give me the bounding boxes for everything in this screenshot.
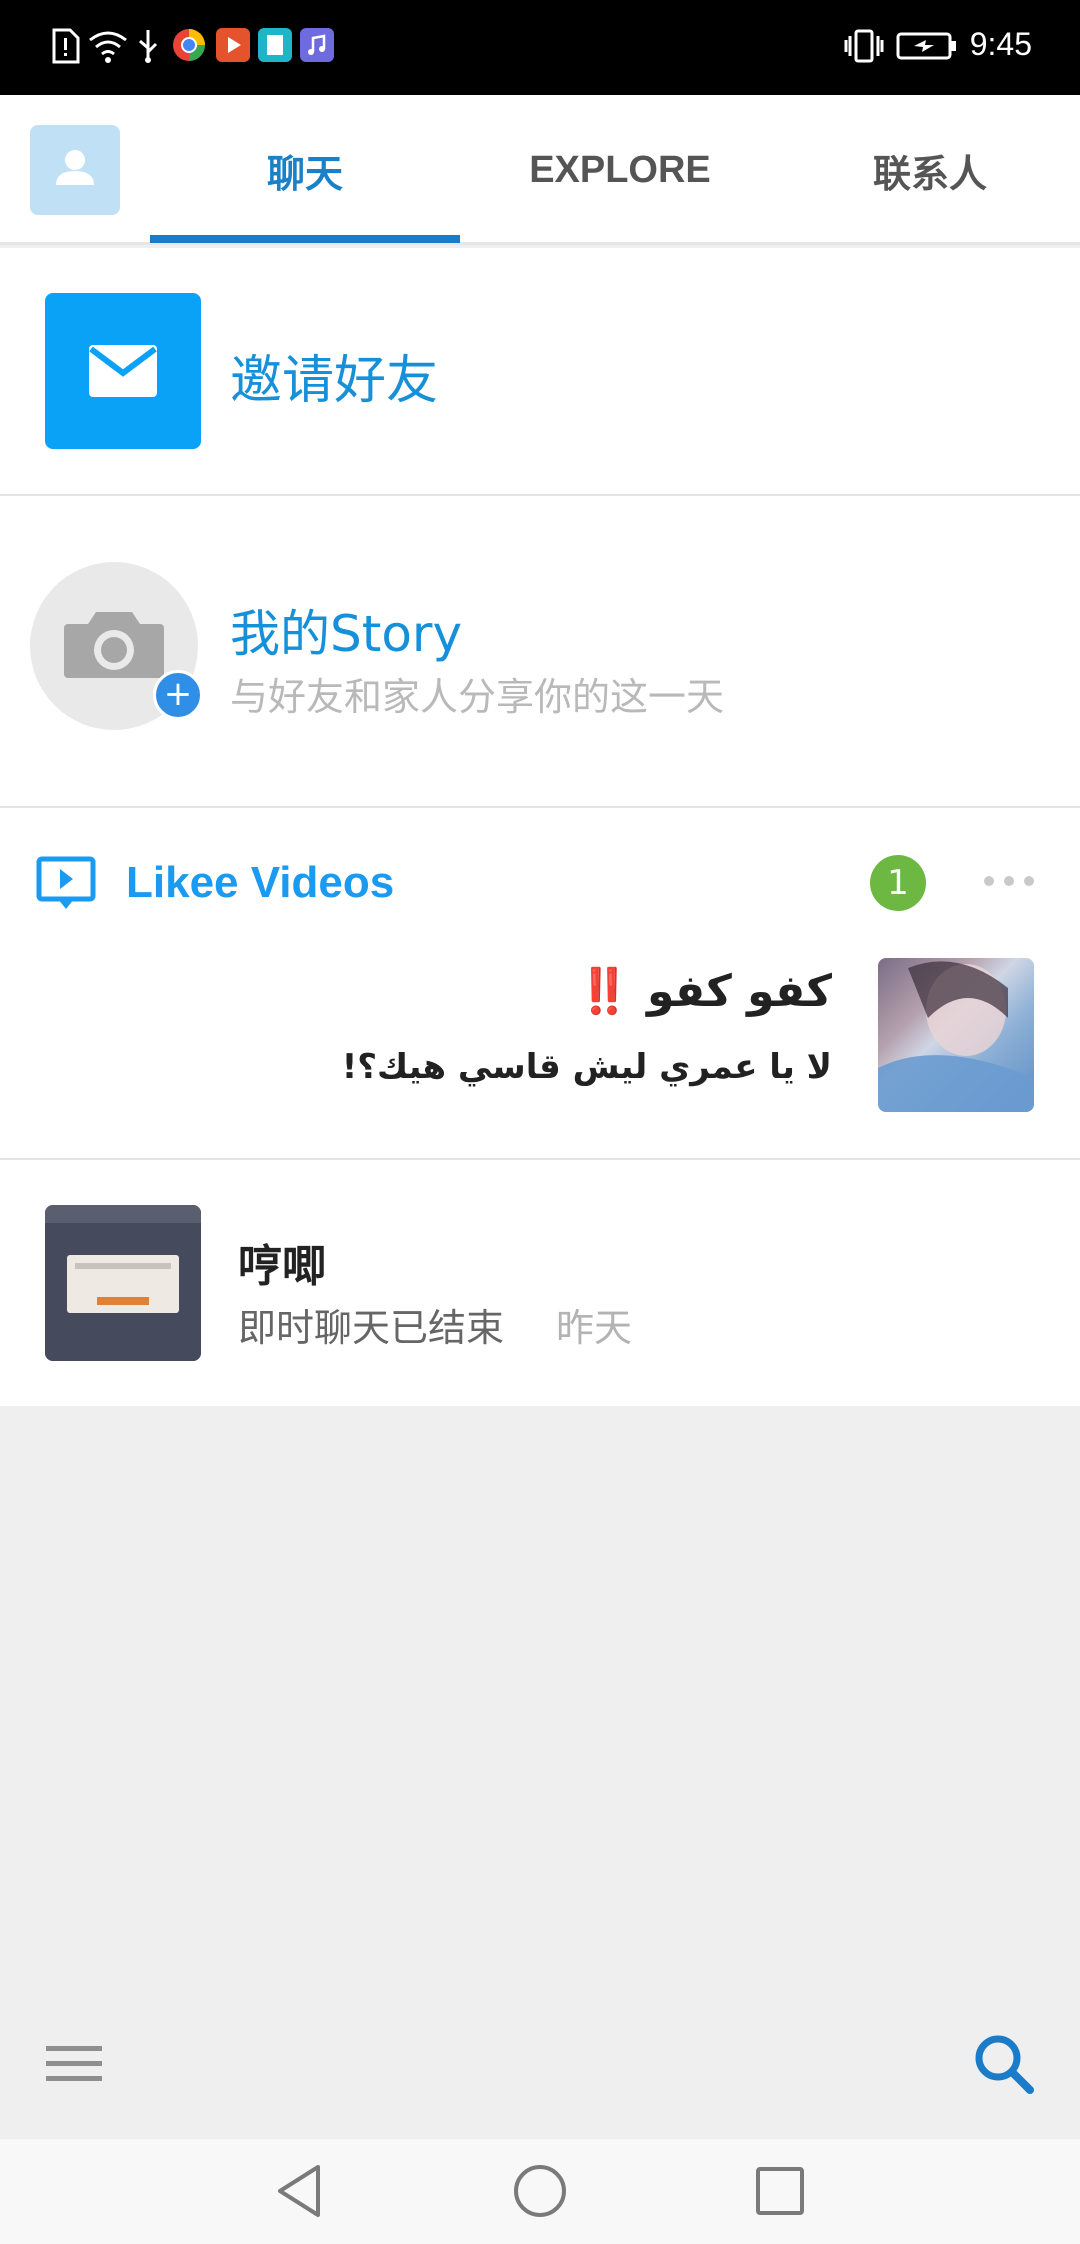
chat-thumbnail-image bbox=[45, 1205, 201, 1361]
add-story-plus-icon[interactable]: + bbox=[153, 670, 203, 720]
unread-count-badge: 1 bbox=[870, 855, 926, 911]
mail-icon bbox=[89, 345, 157, 397]
tab-chat[interactable]: 聊天 bbox=[150, 95, 460, 245]
invite-friends-label: 邀请好友 bbox=[230, 351, 439, 411]
play-video-icon bbox=[36, 856, 96, 909]
my-story-title: 我的Story bbox=[230, 605, 463, 663]
status-time: 9:45 bbox=[969, 26, 1032, 62]
my-story-subtitle: 与好友和家人分享你的这一天 bbox=[230, 675, 725, 719]
music-app-icon bbox=[300, 28, 334, 62]
system-nav-bar bbox=[0, 2139, 1080, 2244]
browser-app-icon bbox=[173, 29, 205, 61]
video-thumbnail-image bbox=[878, 961, 1034, 1112]
chat-contact-name: 哼唧 bbox=[238, 1241, 326, 1292]
avatar[interactable] bbox=[30, 125, 120, 215]
likee-videos-title[interactable]: Likee Videos bbox=[126, 858, 394, 908]
chat-timestamp: 昨天 bbox=[556, 1306, 633, 1350]
book-app-icon bbox=[258, 28, 292, 62]
chat-avatar bbox=[45, 1205, 201, 1361]
person-icon bbox=[56, 150, 94, 185]
likee-video-caption: لا يا عمري ليش قاسي هيك؟! bbox=[341, 1047, 832, 1087]
video-app-icon bbox=[216, 28, 250, 62]
invite-tile bbox=[45, 293, 201, 449]
notification-alert-icon bbox=[52, 28, 80, 64]
battery-charging-icon bbox=[896, 32, 956, 60]
vibrate-icon bbox=[844, 29, 884, 63]
likee-video-thumbnail[interactable] bbox=[878, 958, 1034, 1112]
top-nav: 聊天 EXPLORE 联系人 bbox=[0, 95, 1080, 245]
home-icon[interactable] bbox=[512, 2161, 568, 2221]
wifi-icon bbox=[89, 31, 127, 63]
hamburger-menu-icon[interactable] bbox=[46, 2044, 102, 2084]
usb-icon bbox=[139, 30, 158, 63]
search-icon[interactable] bbox=[972, 2032, 1036, 2096]
back-icon[interactable] bbox=[274, 2161, 326, 2221]
tab-contacts[interactable]: 联系人 bbox=[775, 95, 1080, 245]
recents-icon[interactable] bbox=[754, 2161, 806, 2221]
active-tab-indicator bbox=[150, 235, 460, 243]
status-bar: 9:45 bbox=[0, 0, 1080, 95]
more-options-icon[interactable] bbox=[982, 874, 1036, 888]
likee-video-title[interactable]: كفو كفو ‼️ bbox=[577, 965, 832, 1017]
tab-explore[interactable]: EXPLORE bbox=[465, 95, 775, 245]
chat-last-message: 即时聊天已结束 bbox=[238, 1306, 505, 1350]
